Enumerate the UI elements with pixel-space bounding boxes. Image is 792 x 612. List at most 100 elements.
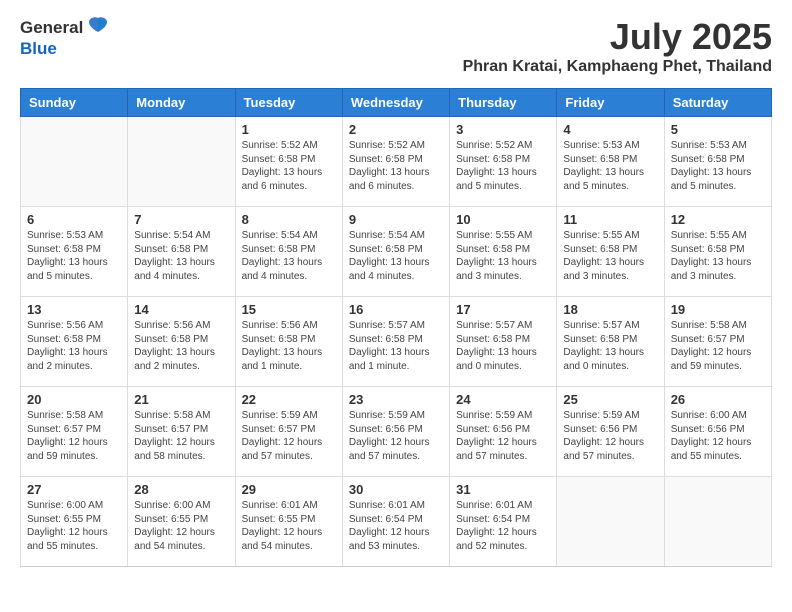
day-number: 7: [134, 212, 228, 227]
calendar-day-cell: 21 Sunrise: 5:58 AMSunset: 6:57 PMDayligh…: [128, 387, 235, 477]
day-info: Sunrise: 5:53 AMSunset: 6:58 PMDaylight:…: [563, 139, 657, 193]
day-number: 24: [456, 392, 550, 407]
day-number: 27: [27, 482, 121, 497]
day-info: Sunrise: 5:52 AMSunset: 6:58 PMDaylight:…: [456, 139, 550, 193]
day-number: 14: [134, 302, 228, 317]
calendar-day-cell: 8 Sunrise: 5:54 AMSunset: 6:58 PMDaylight…: [235, 207, 342, 297]
calendar-day-cell: 31 Sunrise: 6:01 AMSunset: 6:54 PMDayligh…: [450, 477, 557, 567]
day-number: 18: [563, 302, 657, 317]
calendar-day-cell: 22 Sunrise: 5:59 AMSunset: 6:57 PMDayligh…: [235, 387, 342, 477]
day-info: Sunrise: 6:01 AMSunset: 6:54 PMDaylight:…: [456, 499, 550, 553]
day-info: Sunrise: 5:59 AMSunset: 6:56 PMDaylight:…: [563, 409, 657, 463]
day-number: 17: [456, 302, 550, 317]
month-title: July 2025: [463, 16, 772, 58]
calendar-day-cell: 1 Sunrise: 5:52 AMSunset: 6:58 PMDaylight…: [235, 117, 342, 207]
day-number: 22: [242, 392, 336, 407]
location-title: Phran Kratai, Kamphaeng Phet, Thailand: [463, 58, 772, 76]
calendar-day-cell: [557, 477, 664, 567]
calendar-day-cell: 9 Sunrise: 5:54 AMSunset: 6:58 PMDaylight…: [342, 207, 449, 297]
day-info: Sunrise: 5:55 AMSunset: 6:58 PMDaylight:…: [456, 229, 550, 283]
calendar-day-cell: 30 Sunrise: 6:01 AMSunset: 6:54 PMDayligh…: [342, 477, 449, 567]
calendar-day-cell: [21, 117, 128, 207]
day-info: Sunrise: 5:53 AMSunset: 6:58 PMDaylight:…: [27, 229, 121, 283]
day-info: Sunrise: 5:58 AMSunset: 6:57 PMDaylight:…: [134, 409, 228, 463]
day-number: 30: [349, 482, 443, 497]
day-info: Sunrise: 5:55 AMSunset: 6:58 PMDaylight:…: [671, 229, 765, 283]
calendar-day-cell: 6 Sunrise: 5:53 AMSunset: 6:58 PMDaylight…: [21, 207, 128, 297]
calendar-day-cell: 11 Sunrise: 5:55 AMSunset: 6:58 PMDayligh…: [557, 207, 664, 297]
day-number: 26: [671, 392, 765, 407]
day-info: Sunrise: 5:54 AMSunset: 6:58 PMDaylight:…: [349, 229, 443, 283]
calendar-day-cell: 18 Sunrise: 5:57 AMSunset: 6:58 PMDayligh…: [557, 297, 664, 387]
calendar-day-cell: 13Sunrise: 5:56 AMSunset: 6:58 PMDayligh…: [21, 297, 128, 387]
calendar-day-cell: 29 Sunrise: 6:01 AMSunset: 6:55 PMDayligh…: [235, 477, 342, 567]
calendar-day-cell: 7Sunrise: 5:54 AMSunset: 6:58 PMDaylight…: [128, 207, 235, 297]
weekday-header: Sunday: [21, 89, 128, 117]
day-number: 19: [671, 302, 765, 317]
weekday-header: Thursday: [450, 89, 557, 117]
calendar-week-row: 13Sunrise: 5:56 AMSunset: 6:58 PMDayligh…: [21, 297, 772, 387]
calendar-day-cell: 10Sunrise: 5:55 AMSunset: 6:58 PMDayligh…: [450, 207, 557, 297]
day-info: Sunrise: 5:59 AMSunset: 6:57 PMDaylight:…: [242, 409, 336, 463]
calendar-week-row: 20 Sunrise: 5:58 AMSunset: 6:57 PMDayligh…: [21, 387, 772, 477]
day-info: Sunrise: 5:57 AMSunset: 6:58 PMDaylight:…: [456, 319, 550, 373]
day-number: 4: [563, 122, 657, 137]
page-header: General Blue July 2025 Phran Kratai, Kam…: [20, 16, 772, 76]
day-number: 16: [349, 302, 443, 317]
day-info: Sunrise: 5:58 AMSunset: 6:57 PMDaylight:…: [27, 409, 121, 463]
calendar-table: SundayMondayTuesdayWednesdayThursdayFrid…: [20, 88, 772, 567]
day-info: Sunrise: 5:57 AMSunset: 6:58 PMDaylight:…: [563, 319, 657, 373]
day-number: 15: [242, 302, 336, 317]
day-number: 31: [456, 482, 550, 497]
day-info: Sunrise: 5:59 AMSunset: 6:56 PMDaylight:…: [456, 409, 550, 463]
day-info: Sunrise: 6:00 AMSunset: 6:56 PMDaylight:…: [671, 409, 765, 463]
day-number: 1: [242, 122, 336, 137]
calendar-day-cell: 20 Sunrise: 5:58 AMSunset: 6:57 PMDayligh…: [21, 387, 128, 477]
calendar-day-cell: 17 Sunrise: 5:57 AMSunset: 6:58 PMDayligh…: [450, 297, 557, 387]
calendar-day-cell: 2 Sunrise: 5:52 AMSunset: 6:58 PMDaylight…: [342, 117, 449, 207]
logo-text-blue: Blue: [20, 39, 57, 58]
day-info: Sunrise: 5:54 AMSunset: 6:58 PMDaylight:…: [242, 229, 336, 283]
weekday-header: Monday: [128, 89, 235, 117]
calendar-day-cell: 15Sunrise: 5:56 AMSunset: 6:58 PMDayligh…: [235, 297, 342, 387]
title-section: July 2025 Phran Kratai, Kamphaeng Phet, …: [463, 16, 772, 76]
calendar-week-row: 27 Sunrise: 6:00 AMSunset: 6:55 PMDayligh…: [21, 477, 772, 567]
calendar-day-cell: 26 Sunrise: 6:00 AMSunset: 6:56 PMDayligh…: [664, 387, 771, 477]
day-info: Sunrise: 6:00 AMSunset: 6:55 PMDaylight:…: [134, 499, 228, 553]
day-number: 21: [134, 392, 228, 407]
day-number: 25: [563, 392, 657, 407]
day-number: 9: [349, 212, 443, 227]
calendar-day-cell: 28Sunrise: 6:00 AMSunset: 6:55 PMDayligh…: [128, 477, 235, 567]
calendar-day-cell: 16Sunrise: 5:57 AMSunset: 6:58 PMDayligh…: [342, 297, 449, 387]
calendar-day-cell: [664, 477, 771, 567]
day-number: 2: [349, 122, 443, 137]
day-info: Sunrise: 6:01 AMSunset: 6:55 PMDaylight:…: [242, 499, 336, 553]
day-info: Sunrise: 5:53 AMSunset: 6:58 PMDaylight:…: [671, 139, 765, 193]
calendar-day-cell: 5Sunrise: 5:53 AMSunset: 6:58 PMDaylight…: [664, 117, 771, 207]
calendar-day-cell: 23Sunrise: 5:59 AMSunset: 6:56 PMDayligh…: [342, 387, 449, 477]
calendar-week-row: 1 Sunrise: 5:52 AMSunset: 6:58 PMDaylight…: [21, 117, 772, 207]
day-number: 20: [27, 392, 121, 407]
day-info: Sunrise: 6:01 AMSunset: 6:54 PMDaylight:…: [349, 499, 443, 553]
calendar-day-cell: 25 Sunrise: 5:59 AMSunset: 6:56 PMDayligh…: [557, 387, 664, 477]
day-number: 29: [242, 482, 336, 497]
day-info: Sunrise: 5:55 AMSunset: 6:58 PMDaylight:…: [563, 229, 657, 283]
logo-bird-icon: [87, 16, 109, 39]
day-number: 8: [242, 212, 336, 227]
calendar-day-cell: [128, 117, 235, 207]
calendar-day-cell: 12Sunrise: 5:55 AMSunset: 6:58 PMDayligh…: [664, 207, 771, 297]
day-number: 23: [349, 392, 443, 407]
calendar-day-cell: 14Sunrise: 5:56 AMSunset: 6:58 PMDayligh…: [128, 297, 235, 387]
calendar-day-cell: 19Sunrise: 5:58 AMSunset: 6:57 PMDayligh…: [664, 297, 771, 387]
day-info: Sunrise: 6:00 AMSunset: 6:55 PMDaylight:…: [27, 499, 121, 553]
day-info: Sunrise: 5:56 AMSunset: 6:58 PMDaylight:…: [27, 319, 121, 373]
weekday-header: Wednesday: [342, 89, 449, 117]
calendar-day-cell: 24 Sunrise: 5:59 AMSunset: 6:56 PMDayligh…: [450, 387, 557, 477]
calendar-day-cell: 4 Sunrise: 5:53 AMSunset: 6:58 PMDaylight…: [557, 117, 664, 207]
day-number: 6: [27, 212, 121, 227]
weekday-header: Friday: [557, 89, 664, 117]
day-info: Sunrise: 5:52 AMSunset: 6:58 PMDaylight:…: [242, 139, 336, 193]
day-number: 11: [563, 212, 657, 227]
day-info: Sunrise: 5:52 AMSunset: 6:58 PMDaylight:…: [349, 139, 443, 193]
day-number: 3: [456, 122, 550, 137]
